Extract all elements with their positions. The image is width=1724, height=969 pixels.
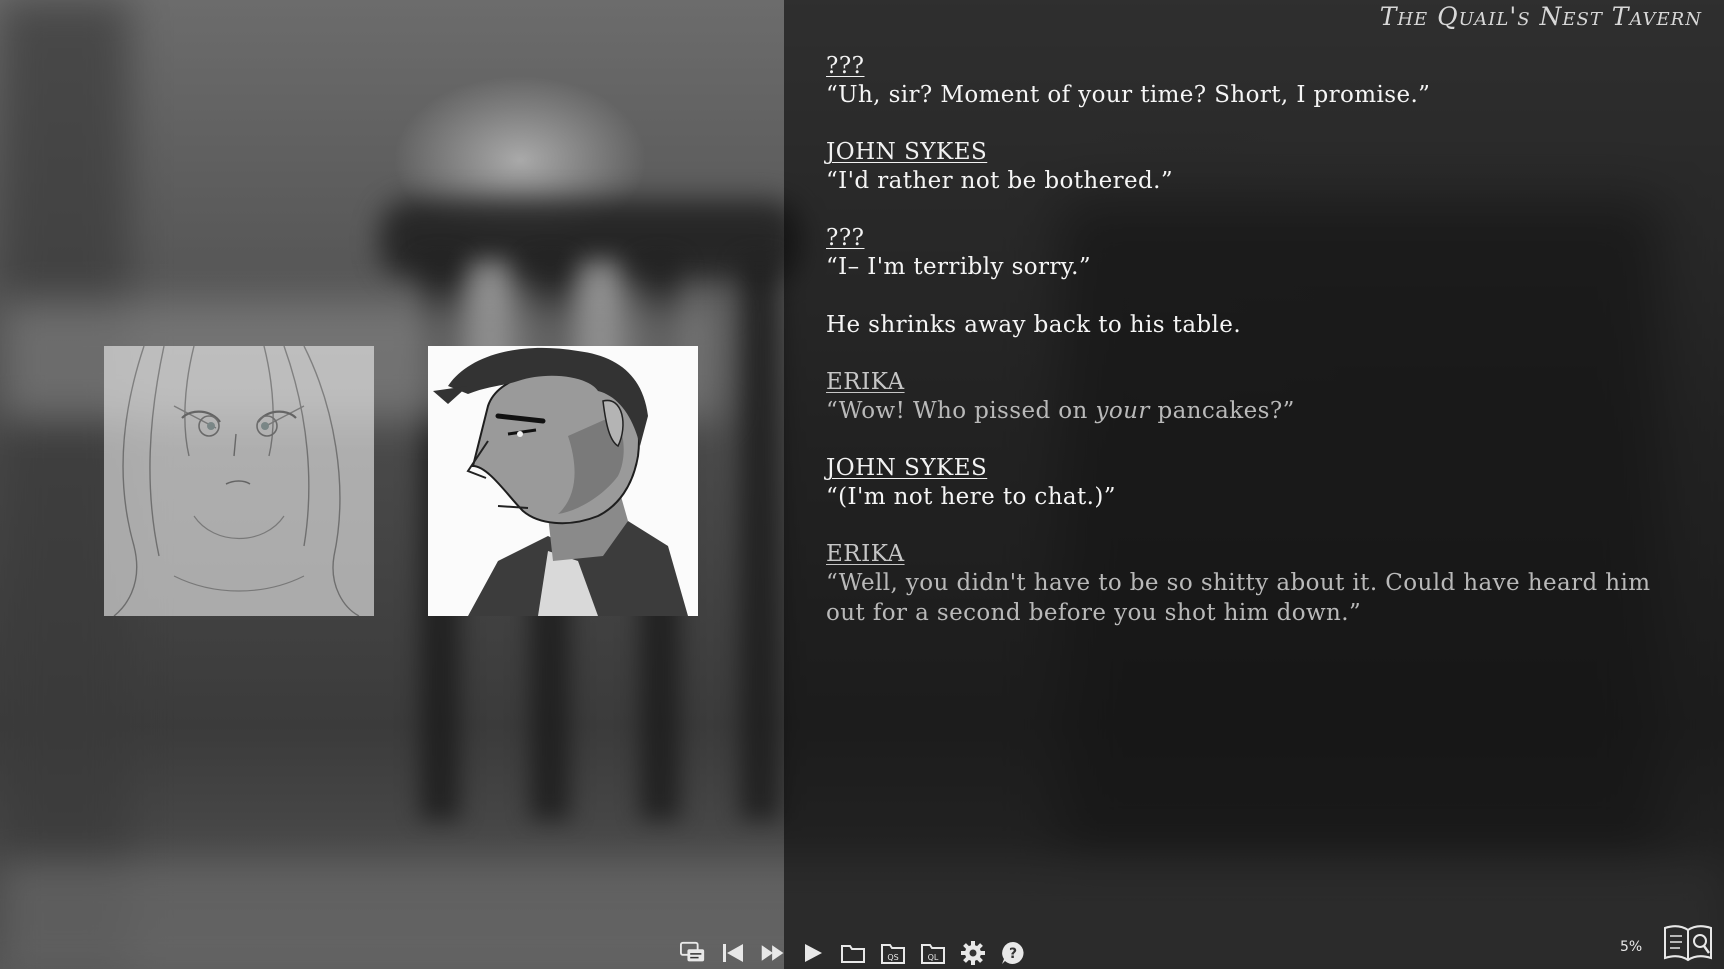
dialogue-emphasis: your xyxy=(1095,398,1150,424)
speaker-name: JOHN SYKES xyxy=(826,139,988,165)
skip-icon[interactable] xyxy=(760,940,786,966)
speaker-name: ??? xyxy=(826,225,865,251)
game-scene[interactable]: The Quail's Nest Tavern ??? “Uh, sir? Mo… xyxy=(0,0,1724,969)
dialogue-line: “Uh, sir? Moment of your time? Short, I … xyxy=(826,82,1431,108)
quick-load-icon[interactable]: QL xyxy=(920,940,946,966)
dialogue-line: “I– I'm terribly sorry.” xyxy=(826,254,1092,280)
dialogue-line: “Wow! Who pissed on your pancakes?” xyxy=(826,396,1666,426)
dialogue-line: “Well, you didn't have to be so shitty a… xyxy=(826,570,1651,626)
dialogue-text: pancakes?” xyxy=(1149,398,1295,424)
history-icon[interactable] xyxy=(680,940,706,966)
speaker-name: ERIKA xyxy=(826,369,905,395)
journal-icon[interactable] xyxy=(1662,922,1714,964)
log-entry: JOHN SYKES “I'd rather not be bothered.” xyxy=(826,138,1666,196)
quick-save-label: QS xyxy=(887,953,898,962)
erika-portrait xyxy=(104,346,374,616)
auto-play-icon[interactable] xyxy=(800,940,826,966)
rewind-icon[interactable] xyxy=(720,940,746,966)
speaker-name: ??? xyxy=(826,53,865,79)
speaker-name: ERIKA xyxy=(826,541,905,567)
quick-menu-toolbar: QS QL ? xyxy=(680,938,1026,968)
background-chair-slat xyxy=(740,260,780,820)
progress-percent: 5% xyxy=(1620,939,1643,955)
gear-icon[interactable] xyxy=(960,940,986,966)
dialogue-text: “Wow! Who pissed on xyxy=(826,398,1096,424)
log-entry: ERIKA “Wow! Who pissed on your pancakes?… xyxy=(826,368,1666,426)
log-entry: ??? “Uh, sir? Moment of your time? Short… xyxy=(826,52,1666,110)
location-title: The Quail's Nest Tavern xyxy=(1379,2,1702,31)
log-entry: He shrinks away back to his table. xyxy=(826,310,1666,340)
log-entry: JOHN SYKES “(I'm not here to chat.)” xyxy=(826,454,1666,512)
speaker-name: JOHN SYKES xyxy=(826,455,988,481)
dialogue-line: “I'd rather not be bothered.” xyxy=(826,168,1173,194)
help-label: ? xyxy=(1009,946,1017,962)
dialogue-log[interactable]: ??? “Uh, sir? Moment of your time? Short… xyxy=(826,52,1666,656)
john-sykes-portrait xyxy=(428,346,698,616)
quick-load-label: QL xyxy=(928,953,939,962)
log-entry: ERIKA “Well, you didn't have to be so sh… xyxy=(826,540,1666,628)
dialogue-line: “(I'm not here to chat.)” xyxy=(826,484,1116,510)
folder-icon[interactable] xyxy=(840,940,866,966)
log-entry: ??? “I– I'm terribly sorry.” xyxy=(826,224,1666,282)
quick-save-icon[interactable]: QS xyxy=(880,940,906,966)
help-icon[interactable]: ? xyxy=(1000,940,1026,966)
narration-line: He shrinks away back to his table. xyxy=(826,312,1242,338)
